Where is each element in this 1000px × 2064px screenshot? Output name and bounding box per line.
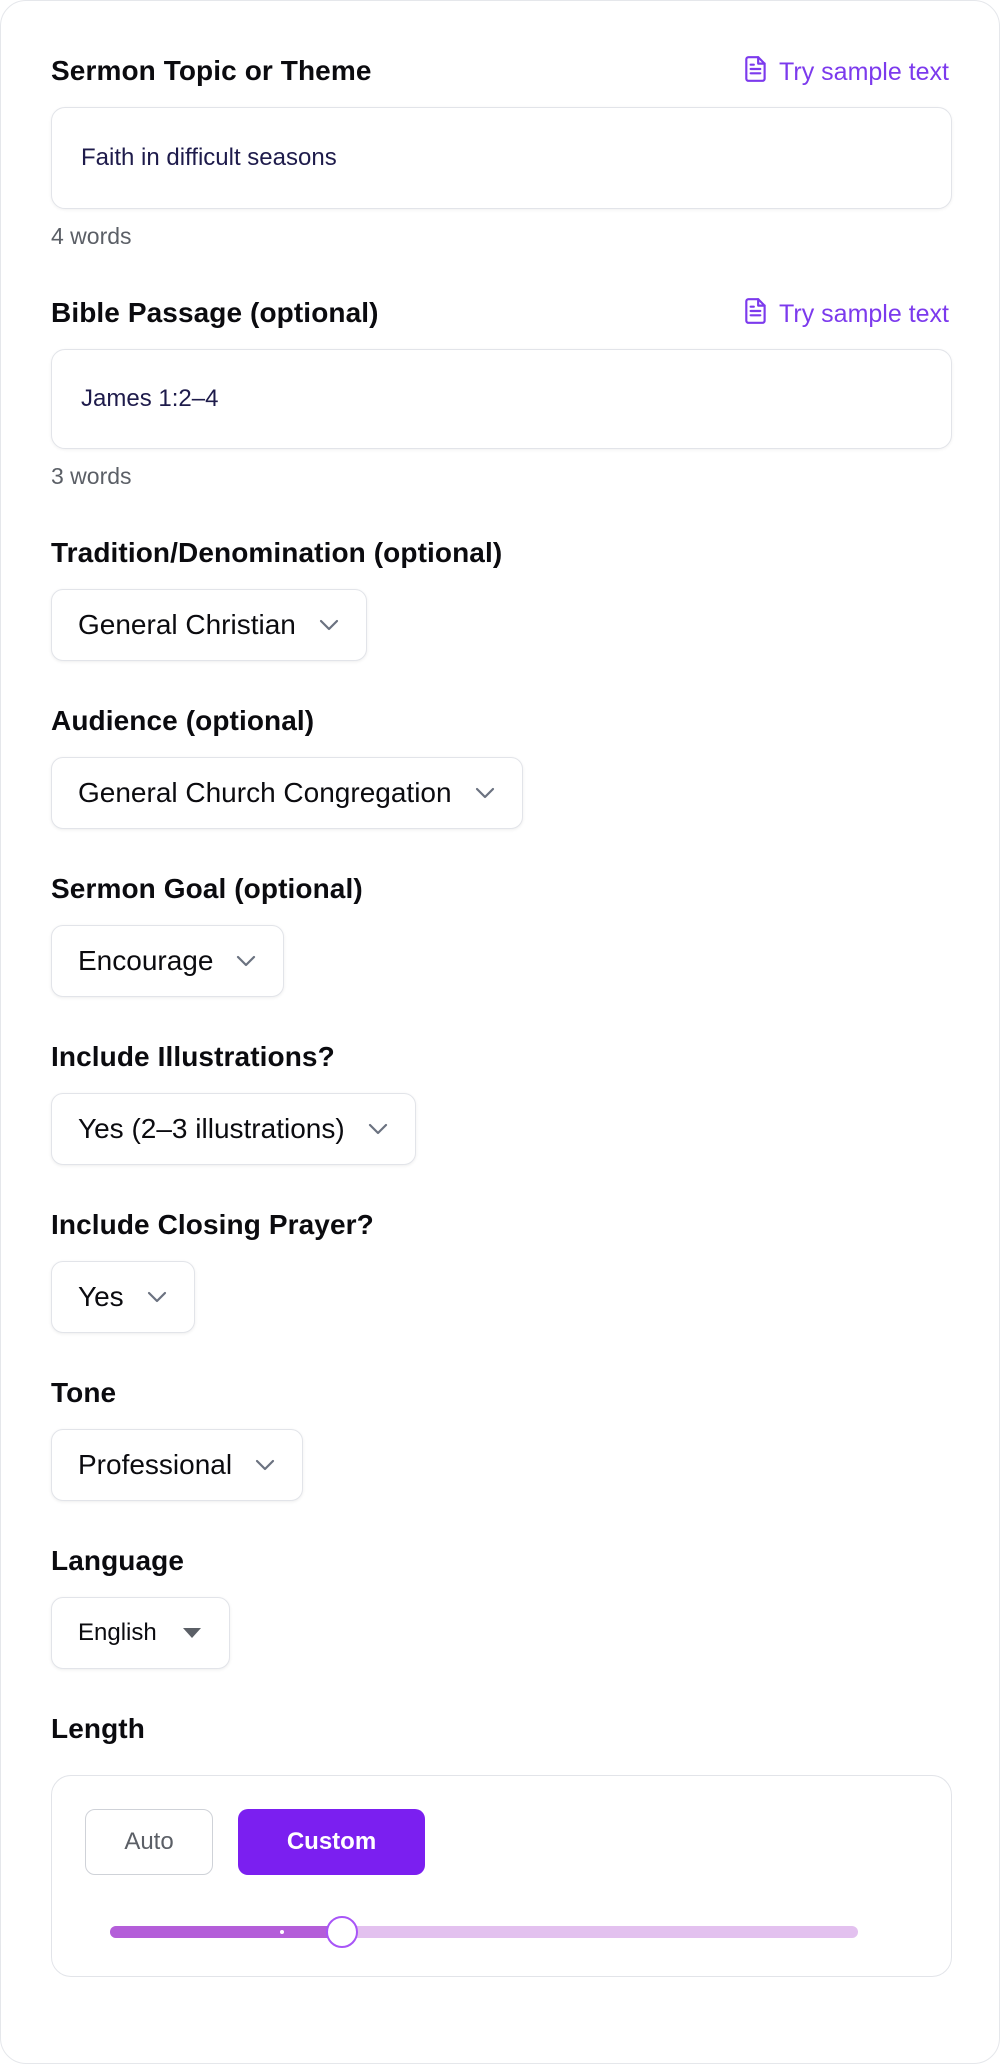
document-icon [743, 55, 769, 90]
passage-try-sample-button[interactable]: Try sample text [743, 297, 949, 332]
illustrations-label: Include Illustrations? [51, 1041, 335, 1072]
language-label: Language [51, 1545, 185, 1576]
length-slider-thumb[interactable] [326, 1916, 358, 1948]
topic-word-count: 4 words [51, 223, 132, 249]
audience-value: General Church Congregation [78, 777, 452, 808]
length-panel: Auto Custom [51, 1775, 952, 1977]
tradition-label: Tradition/Denomination (optional) [51, 537, 503, 568]
passage-input-box[interactable] [51, 349, 952, 449]
language-value: English [78, 1619, 157, 1646]
illustrations-select[interactable]: Yes (2–3 illustrations) [51, 1093, 416, 1165]
tone-select[interactable]: Professional [51, 1429, 304, 1501]
document-icon [743, 297, 769, 332]
length-custom-button[interactable]: Custom [238, 1809, 425, 1875]
prayer-value: Yes [78, 1281, 124, 1312]
length-label: Length [51, 1713, 145, 1744]
topic-try-sample-label: Try sample text [779, 58, 949, 86]
topic-label: Sermon Topic or Theme [51, 55, 372, 86]
length-auto-button[interactable]: Auto [85, 1809, 213, 1875]
tradition-value: General Christian [78, 609, 296, 640]
tradition-select[interactable]: General Christian [51, 589, 367, 661]
sermon-form-card: Sermon Topic or Theme Try sample text 4 … [0, 0, 1000, 2064]
topic-try-sample-button[interactable]: Try sample text [743, 55, 949, 90]
length-slider-track[interactable] [110, 1916, 858, 1948]
passage-word-count: 3 words [51, 463, 132, 489]
audience-select[interactable]: General Church Congregation [51, 757, 523, 829]
length-slider-tick [280, 1930, 284, 1934]
illustrations-value: Yes (2–3 illustrations) [78, 1113, 345, 1144]
chevron-down-icon [146, 1290, 168, 1304]
prayer-select[interactable]: Yes [51, 1261, 195, 1333]
goal-value: Encourage [78, 945, 214, 976]
topic-input-box[interactable] [51, 107, 952, 209]
tone-label: Tone [51, 1377, 117, 1408]
passage-input[interactable] [79, 384, 924, 414]
topic-input[interactable] [79, 143, 924, 173]
goal-label: Sermon Goal (optional) [51, 873, 363, 904]
chevron-down-icon [254, 1458, 276, 1472]
goal-select[interactable]: Encourage [51, 925, 285, 997]
tone-value: Professional [78, 1449, 233, 1480]
passage-label: Bible Passage (optional) [51, 297, 379, 328]
prayer-label: Include Closing Prayer? [51, 1209, 374, 1240]
caret-down-icon [181, 1627, 203, 1639]
passage-try-sample-label: Try sample text [779, 300, 949, 328]
language-select[interactable]: English [51, 1597, 230, 1669]
chevron-down-icon [367, 1122, 389, 1136]
length-slider-fill [110, 1926, 342, 1938]
chevron-down-icon [474, 786, 496, 800]
chevron-down-icon [318, 618, 340, 632]
audience-label: Audience (optional) [51, 705, 315, 736]
chevron-down-icon [235, 954, 257, 968]
